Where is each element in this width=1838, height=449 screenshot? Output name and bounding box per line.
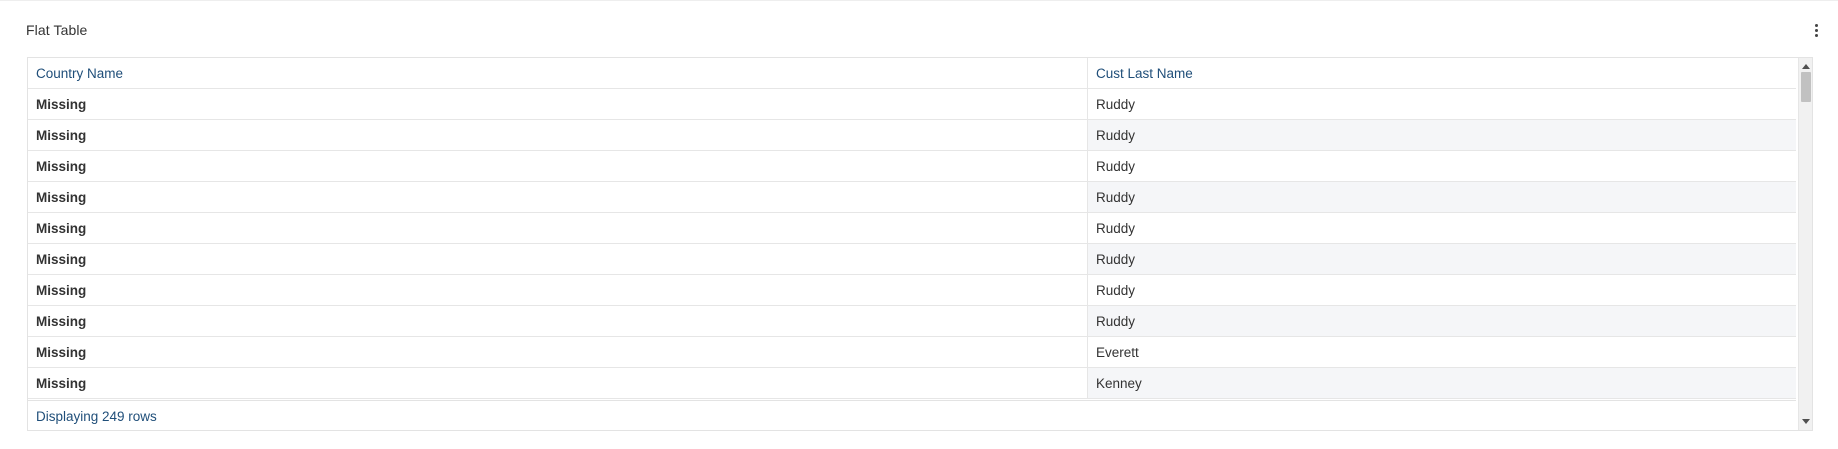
scroll-down-arrow-icon[interactable] (1802, 419, 1810, 424)
cust-last-name-cell: Ruddy (1096, 282, 1136, 298)
country-name-cell: Missing (28, 275, 1088, 305)
scroll-up-arrow-icon[interactable] (1802, 64, 1810, 69)
cust-last-name-cell: Ruddy (1096, 158, 1136, 174)
menu-dot (1814, 33, 1818, 37)
table-row[interactable]: Missing Ruddy (28, 89, 1796, 120)
cust-last-name-cell: Ruddy (1096, 96, 1136, 112)
scroll-thumb[interactable] (1801, 72, 1811, 102)
table-row[interactable]: Missing Ruddy (28, 275, 1796, 306)
cust-last-name-cell: Ruddy (1088, 182, 1796, 212)
flat-table-panel: Flat Table Country Name Cust Last Name M… (0, 0, 1838, 449)
table-header-row: Country Name Cust Last Name (28, 58, 1796, 89)
cust-last-name-cell: Ruddy (1088, 120, 1796, 150)
country-name-cell: Missing (28, 120, 1088, 150)
panel-title: Flat Table (26, 22, 88, 38)
table-row[interactable]: Missing Everett (28, 337, 1796, 368)
table-frame: Country Name Cust Last Name Missing Rudd… (27, 57, 1813, 431)
country-name-cell: Missing (28, 213, 1088, 243)
column-header-cust-last-name[interactable]: Cust Last Name (1088, 58, 1796, 88)
column-header-country-name[interactable]: Country Name (28, 58, 1088, 88)
cust-last-name-cell: Ruddy (1088, 306, 1796, 336)
table-row[interactable]: Missing Ruddy (28, 244, 1796, 275)
country-name-cell: Missing (28, 151, 1088, 181)
table-row[interactable]: Missing Ruddy (28, 182, 1796, 213)
table-row[interactable]: Missing Ruddy (28, 306, 1796, 337)
table-row[interactable]: Missing Ruddy (28, 120, 1796, 151)
menu-dot (1814, 23, 1818, 27)
cust-last-name-cell: Kenney (1088, 368, 1796, 398)
country-name-cell: Missing (28, 182, 1088, 212)
more-vertical-icon[interactable] (1808, 20, 1824, 40)
cust-last-name-cell: Ruddy (1088, 244, 1796, 274)
row-count-footer: Displaying 249 rows (28, 400, 1796, 430)
table-grid: Country Name Cust Last Name Missing Rudd… (28, 58, 1796, 399)
cust-last-name-cell: Ruddy (1096, 220, 1136, 236)
table-row[interactable]: Missing Ruddy (28, 213, 1796, 244)
country-name-cell: Missing (28, 368, 1088, 398)
country-name-cell: Missing (28, 306, 1088, 336)
vertical-scrollbar[interactable] (1798, 58, 1812, 430)
menu-dot (1814, 28, 1818, 32)
table-row[interactable]: Missing Kenney (28, 368, 1796, 399)
country-name-cell: Missing (28, 337, 1088, 367)
country-name-cell: Missing (28, 244, 1088, 274)
table-row[interactable]: Missing Ruddy (28, 151, 1796, 182)
cust-last-name-cell: Everett (1096, 344, 1139, 360)
country-name-cell: Missing (28, 89, 1088, 119)
